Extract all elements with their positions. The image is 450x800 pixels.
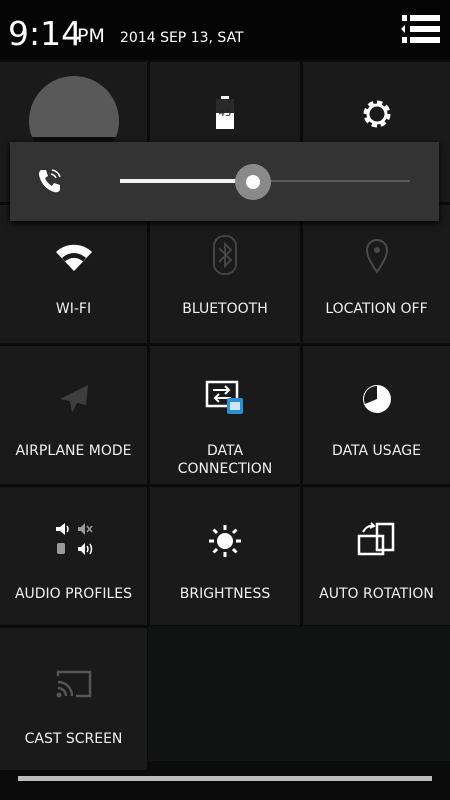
wifi-icon <box>55 244 92 271</box>
tile-bluetooth[interactable]: BLUETOOTH <box>150 205 300 343</box>
data-connection-label-line1: DATA <box>206 443 244 459</box>
clock-time: 9:14 <box>8 14 83 53</box>
data-connection-icon <box>205 380 243 414</box>
audio-profiles-label: AUDIO PROFILES <box>14 586 133 602</box>
phone-call-icon <box>39 169 61 193</box>
tile-auto-rotation[interactable]: AUTO ROTATION <box>303 487 450 625</box>
bluetooth-icon <box>213 235 237 275</box>
bluetooth-label: BLUETOOTH <box>182 301 268 317</box>
tile-data-connection[interactable]: DATA CONNECTION <box>150 346 300 484</box>
brightness-icon <box>209 525 241 557</box>
tile-wifi[interactable]: WI-FI <box>0 205 147 343</box>
airplane-icon <box>59 385 88 413</box>
clock-date: 2014 SEP 13, SAT <box>120 30 244 46</box>
status-bar: 9:14 PM 2014 SEP 13, SAT <box>0 0 450 60</box>
tile-airplane-mode[interactable]: AIRPLANE MODE <box>0 346 147 484</box>
wallpaper-area <box>148 626 450 761</box>
pie-chart-icon <box>362 385 391 413</box>
list-settings-icon[interactable] <box>400 13 442 47</box>
location-icon <box>365 239 388 274</box>
tile-brightness[interactable]: BRIGHTNESS <box>150 487 300 625</box>
data-usage-label: DATA USAGE <box>332 443 421 459</box>
airplane-mode-label: AIRPLANE MODE <box>15 443 132 459</box>
data-connection-label-line2: CONNECTION <box>177 461 273 477</box>
wifi-label: WI-FI <box>55 301 92 317</box>
location-label: LOCATION OFF <box>325 301 428 317</box>
tile-audio-profiles[interactable]: AUDIO PROFILES <box>0 487 147 625</box>
battery-level-text: 45 <box>218 108 232 119</box>
tile-data-usage[interactable]: DATA USAGE <box>303 346 450 484</box>
cast-screen-label: CAST SCREEN <box>24 731 123 747</box>
tile-cast-screen[interactable]: CAST SCREEN <box>0 628 147 770</box>
drag-handle[interactable] <box>18 776 432 781</box>
cast-icon <box>56 670 91 698</box>
data-connection-label: DATA CONNECTION <box>150 442 300 478</box>
volume-popup <box>10 142 439 221</box>
tile-location[interactable]: LOCATION OFF <box>303 205 450 343</box>
brightness-label: BRIGHTNESS <box>179 586 271 602</box>
clock-ampm: PM <box>77 25 105 47</box>
gear-icon <box>363 100 390 128</box>
auto-rotation-icon <box>357 522 394 556</box>
volume-slider-fill <box>120 179 254 183</box>
auto-rotation-label: AUTO ROTATION <box>319 586 434 602</box>
volume-slider-thumb[interactable] <box>235 164 272 200</box>
audio-profiles-icon <box>55 523 93 555</box>
